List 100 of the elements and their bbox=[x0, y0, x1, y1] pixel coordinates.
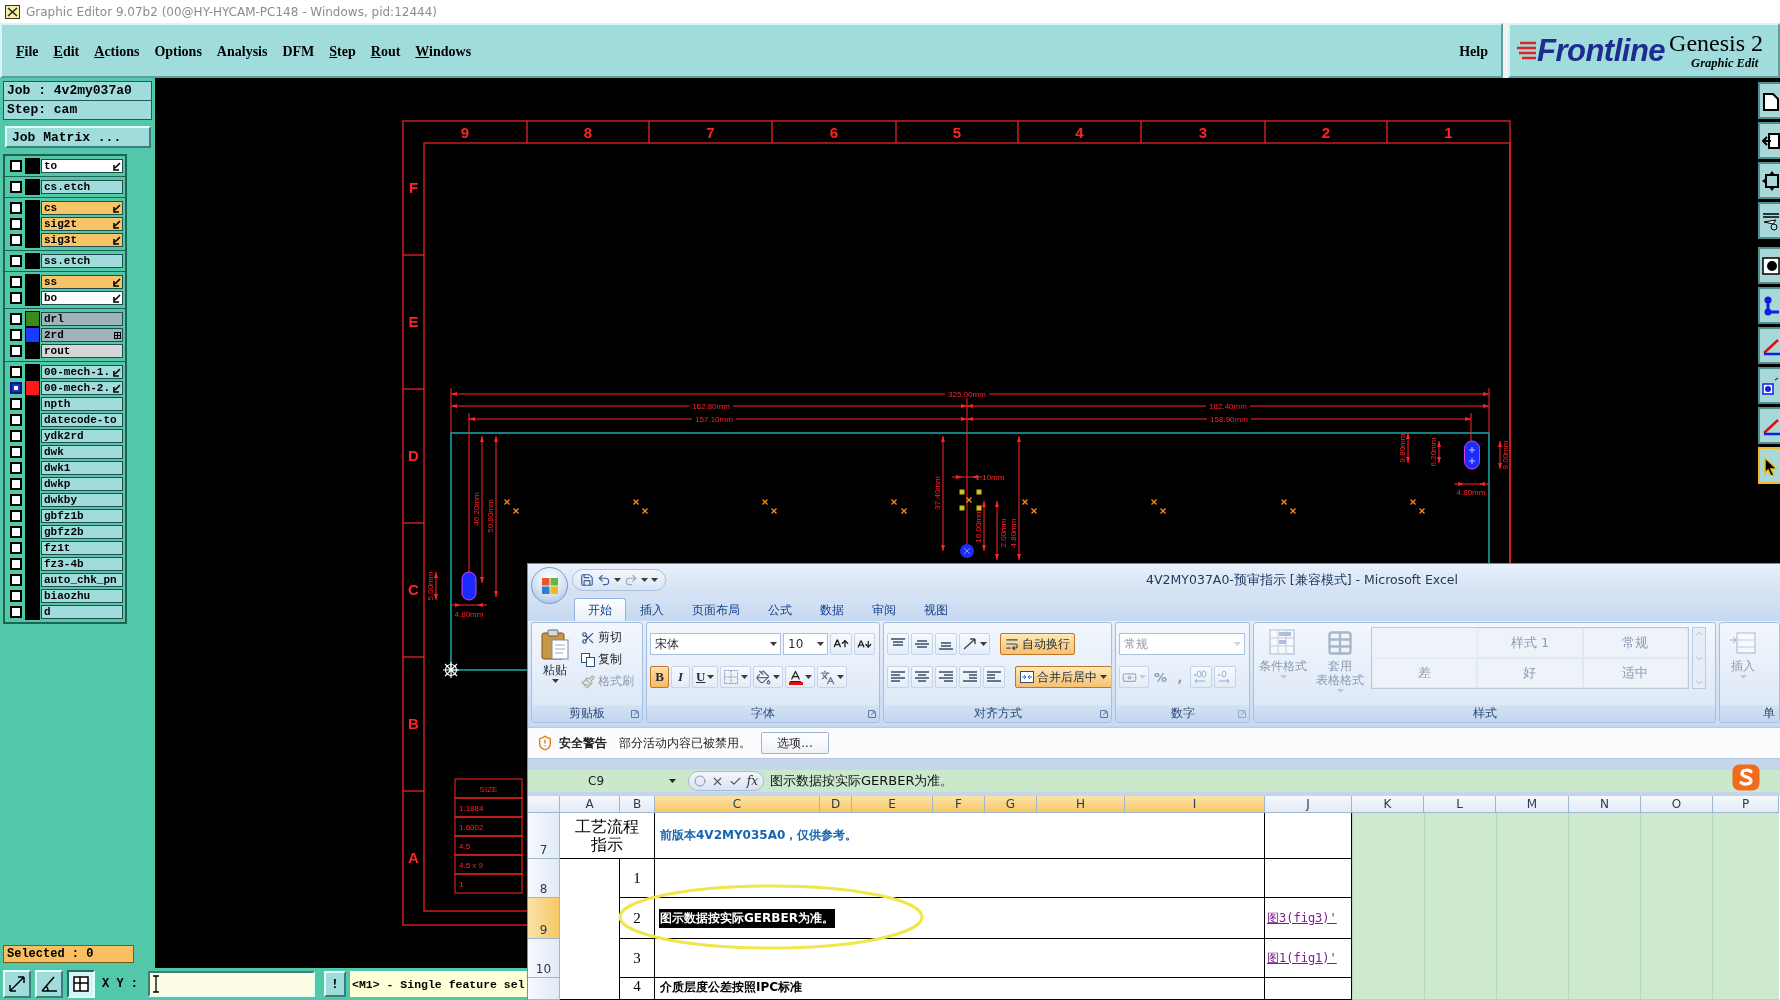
paste-button[interactable]: 粘贴 bbox=[535, 627, 575, 685]
layer-checkbox[interactable] bbox=[10, 558, 22, 570]
layer-checkbox[interactable] bbox=[10, 606, 22, 618]
ribbon-tab[interactable]: 视图 bbox=[910, 598, 962, 621]
column-header[interactable]: E bbox=[852, 796, 933, 813]
xy-input-field[interactable] bbox=[148, 971, 315, 997]
align-right-button[interactable] bbox=[935, 666, 957, 688]
menu-item[interactable]: Windows bbox=[412, 41, 475, 62]
layer-name[interactable]: auto_chk_pn bbox=[41, 573, 123, 587]
menu-item[interactable]: File bbox=[13, 41, 42, 62]
tool-button[interactable] bbox=[1758, 82, 1780, 119]
layer-name[interactable]: 00-mech-2. bbox=[41, 381, 123, 395]
orientation-button[interactable] bbox=[959, 633, 990, 655]
align-bottom-button[interactable] bbox=[935, 633, 957, 655]
layer-name[interactable]: to bbox=[41, 159, 123, 173]
layer-checkbox[interactable] bbox=[10, 382, 22, 394]
menu-item[interactable]: Analysis bbox=[213, 41, 271, 62]
layer-checkbox[interactable] bbox=[10, 329, 22, 341]
insert-function-button[interactable]: fx bbox=[746, 774, 758, 788]
menu-item[interactable]: Step bbox=[326, 41, 359, 62]
column-header[interactable]: C bbox=[655, 796, 820, 813]
column-header[interactable]: L bbox=[1424, 796, 1496, 813]
layer-checkbox[interactable] bbox=[10, 526, 22, 538]
formula-field[interactable]: 图示数据按实际GERBER为准。 bbox=[770, 771, 1780, 791]
layer-checkbox[interactable] bbox=[10, 398, 22, 410]
grow-font-button[interactable] bbox=[830, 633, 852, 655]
layer-name[interactable]: fz3-4b bbox=[41, 557, 123, 571]
status-tool-button[interactable] bbox=[67, 970, 95, 998]
layer-checkbox[interactable] bbox=[10, 446, 22, 458]
layer-name[interactable]: cs bbox=[41, 201, 123, 215]
layer-checkbox[interactable] bbox=[10, 313, 22, 325]
column-header[interactable]: I bbox=[1125, 796, 1265, 813]
layer-name[interactable]: cs.etch bbox=[41, 180, 123, 194]
menu-item[interactable]: Edit bbox=[50, 41, 83, 62]
tool-button[interactable] bbox=[1758, 247, 1780, 284]
layer-checkbox[interactable] bbox=[10, 590, 22, 602]
layer-name[interactable]: d bbox=[41, 605, 123, 619]
layer-checkbox[interactable] bbox=[10, 160, 22, 172]
layer-checkbox[interactable] bbox=[10, 234, 22, 246]
tool-button[interactable] bbox=[1758, 327, 1780, 364]
layer-checkbox[interactable] bbox=[10, 510, 22, 522]
ime-logo-icon[interactable] bbox=[1732, 764, 1760, 791]
column-header[interactable]: P bbox=[1713, 796, 1779, 813]
borders-button[interactable] bbox=[720, 666, 752, 688]
layer-name[interactable]: datecode-to bbox=[41, 413, 123, 427]
phonetic-button[interactable] bbox=[817, 666, 848, 688]
layer-checkbox[interactable] bbox=[10, 366, 22, 378]
hyperlink[interactable]: 图3(fig3)' bbox=[1267, 909, 1337, 927]
ribbon-tab[interactable]: 页面布局 bbox=[678, 598, 754, 621]
column-header[interactable]: O bbox=[1641, 796, 1713, 813]
layer-name[interactable]: npth bbox=[41, 397, 123, 411]
layer-checkbox[interactable] bbox=[10, 478, 22, 490]
column-header[interactable]: K bbox=[1352, 796, 1424, 813]
column-header[interactable]: J bbox=[1265, 796, 1352, 813]
layer-checkbox[interactable] bbox=[10, 292, 22, 304]
menu-item[interactable]: Options bbox=[151, 41, 205, 62]
layer-name[interactable]: drl bbox=[41, 312, 123, 326]
tool-button[interactable] bbox=[1758, 287, 1780, 324]
layer-name[interactable]: ss bbox=[41, 275, 123, 289]
layer-checkbox[interactable] bbox=[10, 414, 22, 426]
column-header[interactable]: B bbox=[620, 796, 655, 813]
align-center-button[interactable] bbox=[911, 666, 933, 688]
layer-name[interactable]: dwkby bbox=[41, 493, 123, 507]
column-header[interactable]: A bbox=[560, 796, 620, 813]
column-header[interactable]: H bbox=[1037, 796, 1125, 813]
column-header[interactable]: N bbox=[1569, 796, 1641, 813]
layer-checkbox[interactable] bbox=[10, 542, 22, 554]
layer-name[interactable]: fz1t bbox=[41, 541, 123, 555]
ribbon-tab[interactable]: 审阅 bbox=[858, 598, 910, 621]
ribbon-tab[interactable]: 数据 bbox=[806, 598, 858, 621]
font-color-button[interactable] bbox=[785, 666, 816, 688]
save-icon[interactable] bbox=[580, 573, 594, 587]
layer-name[interactable]: dwk bbox=[41, 445, 123, 459]
row-header[interactable]: 9 bbox=[528, 898, 560, 939]
layer-name[interactable]: ss.etch bbox=[41, 254, 123, 268]
layer-checkbox[interactable] bbox=[10, 494, 22, 506]
layer-checkbox[interactable] bbox=[10, 181, 22, 193]
tool-button[interactable] bbox=[1758, 202, 1780, 239]
increase-indent-button[interactable] bbox=[983, 666, 1005, 688]
name-box[interactable]: C9 bbox=[528, 771, 680, 791]
tool-button[interactable] bbox=[1758, 447, 1780, 484]
layer-name[interactable]: sig2t bbox=[41, 217, 123, 231]
ribbon-tab[interactable]: 开始 bbox=[574, 598, 626, 621]
layer-name[interactable]: gbfz2b bbox=[41, 525, 123, 539]
fill-color-button[interactable] bbox=[753, 666, 784, 688]
layer-checkbox[interactable] bbox=[10, 345, 22, 357]
column-header[interactable]: D bbox=[820, 796, 852, 813]
merge-center-button[interactable]: 合并后居中 bbox=[1015, 666, 1111, 688]
font-size-select[interactable]: 10 bbox=[783, 633, 828, 655]
column-header[interactable]: M bbox=[1496, 796, 1569, 813]
row-header[interactable]: 7 bbox=[528, 813, 560, 859]
menu-item[interactable]: Rout bbox=[367, 41, 404, 62]
layer-checkbox[interactable] bbox=[10, 574, 22, 586]
italic-button[interactable]: I bbox=[671, 666, 690, 688]
layer-name[interactable]: ydk2rd bbox=[41, 429, 123, 443]
layer-name[interactable]: bo bbox=[41, 291, 123, 305]
layer-name[interactable]: 00-mech-1. bbox=[41, 365, 123, 379]
wrap-text-button[interactable]: 自动换行 bbox=[1000, 633, 1075, 655]
undo-icon[interactable] bbox=[597, 573, 611, 587]
layer-name[interactable]: dwk1 bbox=[41, 461, 123, 475]
